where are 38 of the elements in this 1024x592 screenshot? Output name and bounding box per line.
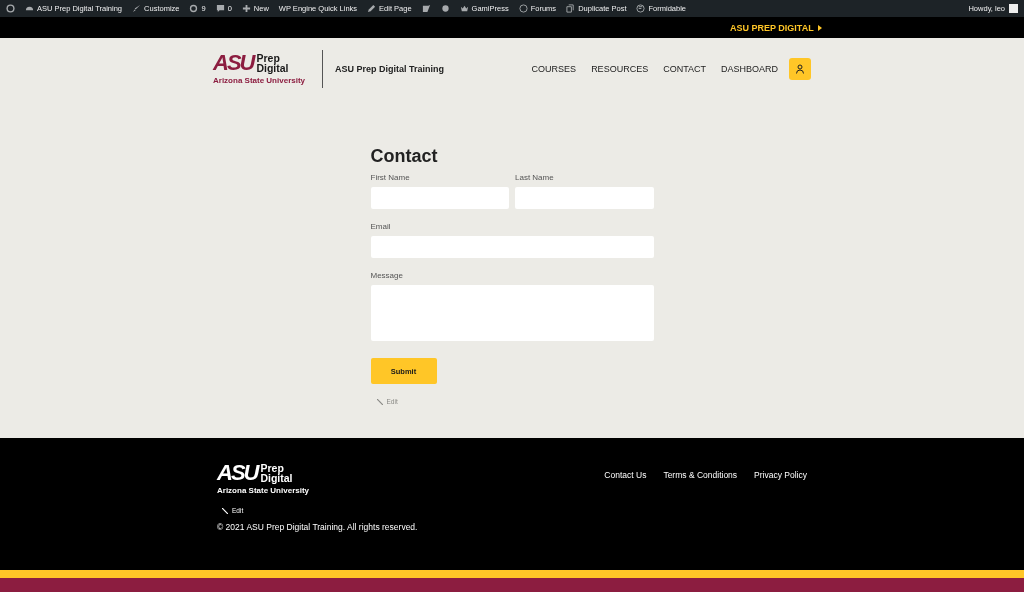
nav-link[interactable]: RESOURCES [591, 64, 649, 74]
site-title[interactable]: ASU Prep Digital Training [335, 64, 445, 74]
logo-mark: ASU [213, 53, 254, 73]
copyright-text: © 2021 ASU Prep Digital Training. All rights reserved. [217, 522, 419, 532]
logo-university: Arizona State University [213, 76, 306, 85]
pencil-icon [367, 4, 377, 13]
crown-icon [459, 4, 469, 13]
caret-icon [817, 24, 822, 31]
copy-icon [566, 4, 576, 13]
message-field[interactable] [370, 285, 654, 341]
footer-link[interactable]: Privacy Policy [754, 470, 807, 480]
logo-name: Prep Digital [256, 53, 290, 73]
footer-link[interactable]: Contact Us [604, 470, 647, 480]
avatar-icon [1009, 4, 1018, 13]
plus-icon [241, 4, 251, 13]
nav-link[interactable]: COURSES [531, 64, 577, 74]
form-title: Contact [370, 146, 439, 167]
status-dot-icon [440, 4, 450, 13]
field-label: First Name [370, 173, 411, 182]
update-icon [189, 4, 199, 13]
logo-name: Prep Digital [260, 463, 294, 483]
input-field[interactable] [370, 187, 509, 209]
field-label: Message [370, 271, 404, 280]
logo-university: Arizona State University [217, 486, 310, 495]
field-label: Last Name [515, 173, 555, 182]
input-field[interactable] [515, 187, 654, 209]
nav-link[interactable]: CONTACT [663, 64, 706, 74]
top-link[interactable]: ASU PREP DIGITAL [730, 22, 822, 33]
logo-mark: ASU [217, 463, 258, 483]
pencil-icon [222, 507, 228, 514]
pencil-icon [376, 398, 383, 405]
footer-link[interactable]: Terms & Conditions [663, 470, 738, 480]
user-icon [795, 64, 805, 74]
field-label: Email [370, 222, 392, 231]
comment-icon [215, 4, 225, 13]
user-button[interactable] [789, 58, 811, 80]
input-field[interactable] [370, 236, 654, 258]
nav-link[interactable]: DASHBOARD [721, 64, 778, 74]
